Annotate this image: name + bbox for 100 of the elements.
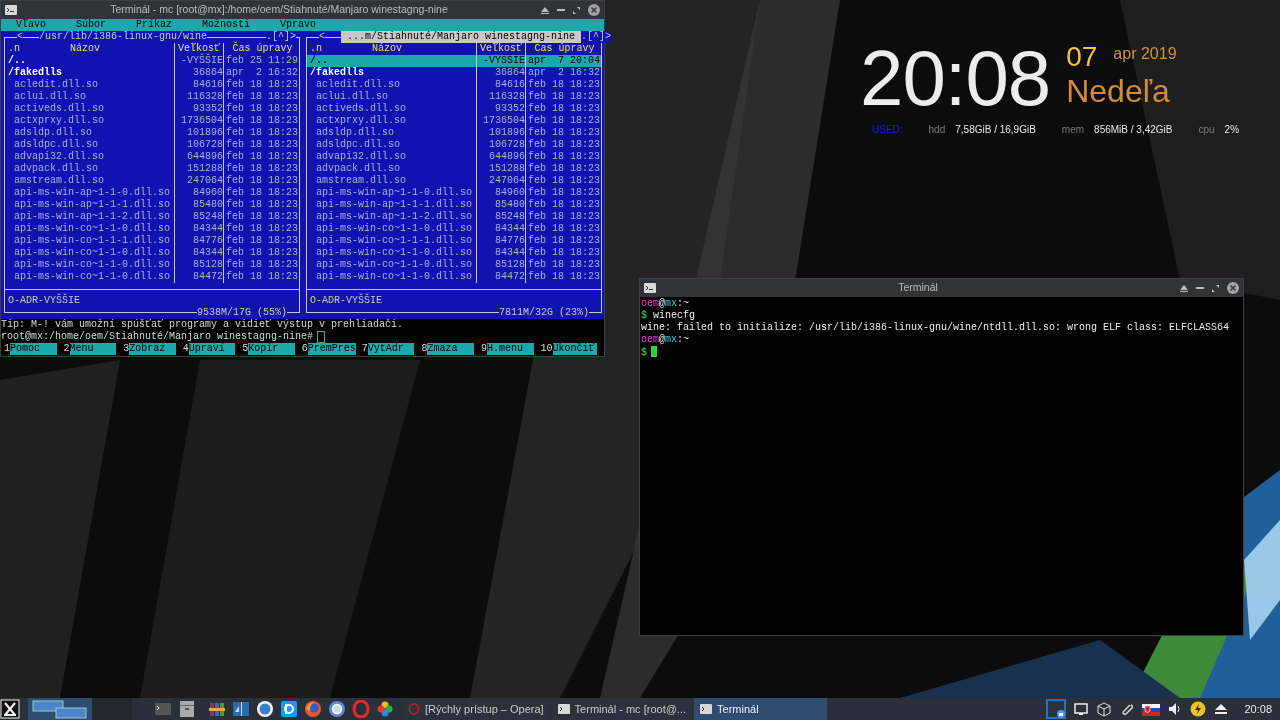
file-row[interactable]: adsldp.dll.so 101896 feb 18 18:23 xyxy=(307,127,601,139)
file-row[interactable]: adsldpc.dll.so 106728 feb 18 18:23 xyxy=(5,139,299,151)
disk-usage: 9538M/17G (55%) xyxy=(197,307,287,319)
file-row[interactable]: advapi32.dll.so 644896 feb 18 18:23 xyxy=(5,151,299,163)
function-key[interactable]: Ukončiť xyxy=(552,343,598,355)
panel-marker[interactable]: .[^]> xyxy=(581,31,612,43)
function-key[interactable]: Menu xyxy=(69,343,117,355)
close-icon[interactable] xyxy=(1227,282,1239,294)
file-row[interactable]: amstream.dll.so 247064 feb 18 18:23 xyxy=(307,175,601,187)
file-row[interactable]: advpack.dll.so 151288 feb 18 18:23 xyxy=(307,163,601,175)
key-number: 10 xyxy=(540,343,553,355)
file-row[interactable]: api-ms-win-ap~1-1-1.dll.so 85480 feb 18 18:23 xyxy=(307,199,601,211)
column-header[interactable]: Čas úpravy xyxy=(224,43,299,55)
restore-icon[interactable] xyxy=(1212,284,1219,292)
file-row[interactable]: adsldp.dll.so 101896 feb 18 18:23 xyxy=(5,127,299,139)
file-row[interactable]: acledit.dll.so 84616 feb 18 18:23 xyxy=(307,79,601,91)
file-row[interactable]: api-ms-win-ap~1-1-0.dll.so 84960 feb 18 18:23 xyxy=(307,187,601,199)
file-row[interactable]: api-ms-win-ap~1-1-1.dll.so 85480 feb 18 18:23 xyxy=(5,199,299,211)
file-row[interactable]: api-ms-win-co~1-1-0.dll.so 84472 feb 18 18:23 xyxy=(307,271,601,283)
file-date: feb 18 18:23 xyxy=(528,127,600,138)
file-row[interactable]: api-ms-win-co~1-1-0.dll.so 84344 feb 18 18:23 xyxy=(307,247,601,259)
file-row[interactable]: api-ms-win-co~1-1-1.dll.so 84776 feb 18 18:23 xyxy=(5,235,299,247)
globe-icon[interactable] xyxy=(304,700,322,718)
menu-item[interactable]: Vpravo xyxy=(280,19,317,31)
menu-item[interactable]: Súbor xyxy=(76,19,107,31)
file-size: 85128 xyxy=(495,259,525,270)
triangle-icon[interactable] xyxy=(1180,284,1188,292)
file-row[interactable]: aclui.dll.so 116328 feb 18 18:23 xyxy=(5,91,299,103)
flag-icon[interactable] xyxy=(1142,701,1161,717)
paperclip-icon[interactable] xyxy=(1119,701,1136,717)
workspace-switcher[interactable] xyxy=(28,698,132,720)
file-row[interactable]: /.. -VYŠŠIE apr 7 20:04 xyxy=(307,55,601,67)
file-row[interactable]: advapi32.dll.so 644896 feb 18 18:23 xyxy=(307,151,601,163)
monitor-icon[interactable] xyxy=(1073,701,1090,717)
menu-item[interactable]: Možnosti xyxy=(202,19,251,31)
panel-icon[interactable] xyxy=(232,700,250,718)
flower-icon[interactable] xyxy=(376,700,394,718)
column-header[interactable]: Názov xyxy=(20,43,174,55)
close-icon[interactable] xyxy=(588,4,600,16)
triangle-icon[interactable] xyxy=(541,6,549,14)
file-row[interactable]: amstream.dll.so 247064 feb 18 18:23 xyxy=(5,175,299,187)
screenshot-icon[interactable] xyxy=(1046,699,1067,719)
file-row[interactable]: api-ms-win-ap~1-1-2.dll.so 85248 feb 18 18:23 xyxy=(307,211,601,223)
compass-icon[interactable] xyxy=(256,700,274,718)
menu-item[interactable]: Príkaz xyxy=(136,19,173,31)
function-key[interactable]: Pomoc xyxy=(10,343,57,355)
restore-icon[interactable] xyxy=(573,6,580,14)
task-button[interactable]: Terminál xyxy=(694,698,828,720)
file-row[interactable]: /.. -VYŠŠIE feb 25 11:29 xyxy=(5,55,299,67)
file-name: adsldpc.dll.so xyxy=(13,139,98,151)
file-row[interactable]: activeds.dll.so 93352 feb 18 18:23 xyxy=(5,103,299,115)
file-row[interactable]: api-ms-win-co~1-1-0.dll.so 84344 feb 18 18:23 xyxy=(5,247,299,259)
file-row[interactable]: api-ms-win-co~1-1-0.dll.so 84344 feb 18 18:23 xyxy=(5,223,299,235)
file-row[interactable]: activeds.dll.so 93352 feb 18 18:23 xyxy=(307,103,601,115)
file-row[interactable]: /fakedlls 36864 apr 2 16:32 xyxy=(307,67,601,79)
file-row[interactable]: advpack.dll.so 151288 feb 18 18:23 xyxy=(5,163,299,175)
function-key[interactable]: VytAdr xyxy=(367,343,415,355)
function-key[interactable]: Kopír xyxy=(248,343,295,355)
menu-item[interactable]: Vľavo xyxy=(16,19,46,31)
tray-clock[interactable]: 20:08 xyxy=(1244,700,1272,718)
eject-icon[interactable] xyxy=(1213,701,1230,717)
sort-indicator[interactable]: .n xyxy=(8,43,20,55)
column-header[interactable]: Čas úpravy xyxy=(526,43,601,55)
lens-icon[interactable] xyxy=(328,700,346,718)
function-key[interactable]: PremPres xyxy=(307,343,356,355)
function-key[interactable]: Zmaza xyxy=(427,343,474,355)
file-row[interactable]: adsldpc.dll.so 106728 feb 18 18:23 xyxy=(307,139,601,151)
file-row[interactable]: actxprxy.dll.so 1736504 feb 18 18:23 xyxy=(5,115,299,127)
package-icon[interactable] xyxy=(1096,701,1113,717)
file-name: advapi32.dll.so xyxy=(13,151,104,163)
file-row[interactable]: aclui.dll.so 116328 feb 18 18:23 xyxy=(307,91,601,103)
file-date: feb 18 18:23 xyxy=(226,199,298,210)
file-cabinet-icon[interactable] xyxy=(178,700,196,718)
lightning-icon[interactable] xyxy=(1190,701,1207,717)
file-row[interactable]: actxprxy.dll.so 1736504 feb 18 18:23 xyxy=(307,115,601,127)
terminal-icon xyxy=(644,283,656,293)
books-icon[interactable] xyxy=(208,700,226,718)
file-row[interactable]: acledit.dll.so 84616 feb 18 18:23 xyxy=(5,79,299,91)
start-menu-icon[interactable] xyxy=(0,699,20,719)
sort-indicator[interactable]: .n xyxy=(310,43,322,55)
panel-marker[interactable]: .[^]> xyxy=(266,31,296,43)
function-key[interactable]: Zobraz xyxy=(129,343,176,355)
key-number: 7 xyxy=(361,343,368,355)
file-row[interactable]: api-ms-win-co~1-1-0.dll.so 85128 feb 18 18:23 xyxy=(5,259,299,271)
file-row[interactable]: api-ms-win-co~1-1-1.dll.so 84776 feb 18 18:23 xyxy=(307,235,601,247)
file-size: 106728 xyxy=(489,139,525,150)
file-row[interactable]: api-ms-win-ap~1-1-0.dll.so 84960 feb 18 18:23 xyxy=(5,187,299,199)
file-row[interactable]: api-ms-win-co~1-1-0.dll.so 85128 feb 18 18:23 xyxy=(307,259,601,271)
file-row[interactable]: api-ms-win-co~1-1-0.dll.so 84344 feb 18 18:23 xyxy=(307,223,601,235)
file-name: api-ms-win-co~1-1-0.dll.so xyxy=(315,247,473,259)
file-name: api-ms-win-co~1-1-0.dll.so xyxy=(13,223,171,235)
ring-icon[interactable] xyxy=(352,700,370,718)
file-date: feb 18 18:23 xyxy=(528,91,600,102)
file-row[interactable]: api-ms-win-ap~1-1-2.dll.so 85248 feb 18 18:23 xyxy=(5,211,299,223)
file-row[interactable]: api-ms-win-co~1-1-0.dll.so 84472 feb 18 18:23 xyxy=(5,271,299,283)
column-header[interactable]: Veľkosť xyxy=(175,43,224,55)
column-header[interactable]: Názov xyxy=(322,43,476,55)
file-row[interactable]: /fakedlls 36864 apr 2 16:32 xyxy=(5,67,299,79)
file-size: 116328 xyxy=(489,91,525,102)
file-name: api-ms-win-co~1-1-0.dll.so xyxy=(13,247,171,259)
